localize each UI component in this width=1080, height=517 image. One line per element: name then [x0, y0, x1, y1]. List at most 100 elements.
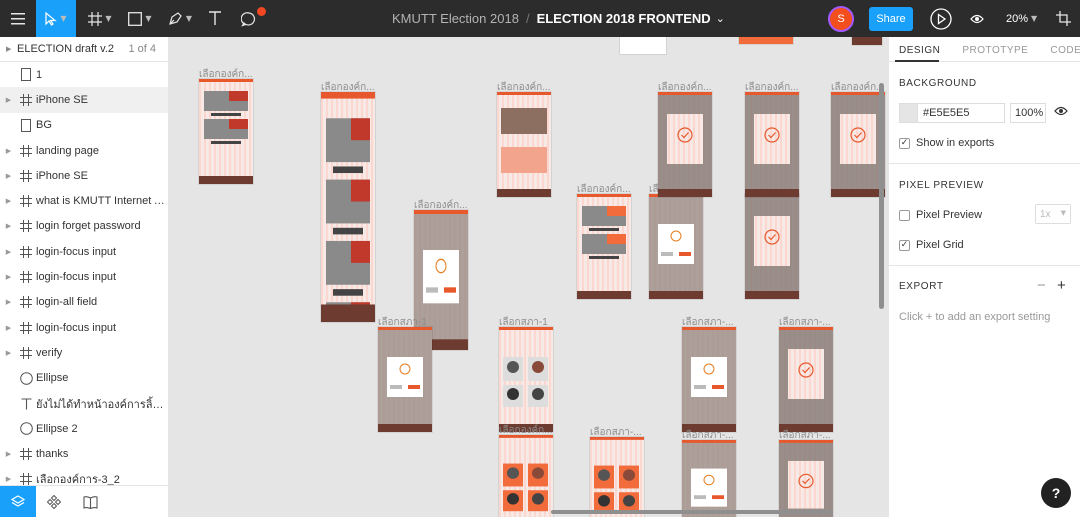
layer-row[interactable]: ยังไม่ได้ทำหน้าองค์การลิ้งไปหน้... — [0, 391, 168, 416]
background-color-field[interactable]: #E5E5E5 — [899, 103, 1005, 123]
chevron-right-icon[interactable]: ▶ — [0, 197, 17, 205]
artboard[interactable] — [590, 437, 644, 517]
export-section-title: EXPORT — [899, 281, 944, 292]
layer-row[interactable]: ▶ login-focus input — [0, 264, 168, 289]
layer-row[interactable]: ▶ landing page — [0, 138, 168, 163]
background-hex[interactable]: #E5E5E5 — [923, 107, 969, 119]
layer-row[interactable]: ▶ iPhone SE — [0, 163, 168, 188]
artboard[interactable] — [745, 92, 799, 197]
artboard[interactable] — [499, 327, 553, 432]
layer-row[interactable]: ▶ thanks — [0, 441, 168, 466]
visibility-eye-icon[interactable] — [1054, 106, 1068, 116]
chevron-right-icon[interactable]: ▶ — [0, 349, 17, 357]
artboard[interactable] — [321, 92, 375, 517]
project-name[interactable]: KMUTT Election 2018 — [392, 11, 519, 26]
layer-row[interactable]: BG — [0, 113, 168, 138]
layer-type-icon — [17, 346, 35, 359]
artboard[interactable] — [577, 194, 631, 299]
user-avatar[interactable]: S — [828, 6, 854, 32]
pixel-preview-section-title: PIXEL PREVIEW — [899, 180, 984, 191]
layer-row[interactable]: Ellipse — [0, 366, 168, 391]
artboard[interactable] — [649, 194, 703, 299]
artboard[interactable] — [378, 327, 432, 432]
canvas[interactable]: เลือกองค์ก... เลือกองค์ก... เลือกองค์ก... เ… — [169, 37, 888, 517]
resources-button[interactable] — [1048, 0, 1078, 37]
artboard[interactable] — [497, 92, 551, 197]
artboard[interactable] — [745, 194, 799, 299]
pen-tool-button[interactable]: ▼ — [162, 0, 198, 37]
layer-row[interactable]: ▶ login-all field — [0, 290, 168, 315]
chevron-right-icon[interactable]: ▶ — [0, 147, 17, 155]
main-menu-button[interactable] — [0, 0, 36, 37]
resources-icon — [1055, 11, 1071, 26]
chevron-right-icon[interactable]: ▶ — [0, 450, 17, 458]
layer-row[interactable]: 1 — [0, 62, 168, 87]
shape-tool-button[interactable]: ▼ — [122, 0, 158, 37]
file-title: KMUTT Election 2018 / ELECTION 2018 FRON… — [392, 0, 725, 37]
artboard[interactable] — [682, 440, 736, 517]
chevron-right-icon[interactable]: ▶ — [0, 222, 17, 230]
chevron-right-icon[interactable]: ▶ — [0, 273, 17, 281]
comment-tool-button[interactable] — [234, 0, 264, 37]
frame-icon — [20, 220, 32, 233]
artboard[interactable] — [779, 327, 833, 432]
layer-row[interactable]: ▶ login-focus input — [0, 315, 168, 340]
artboard-partial[interactable] — [852, 37, 882, 45]
frame-icon — [20, 271, 32, 284]
tab-code[interactable]: CODE — [1050, 45, 1080, 61]
components-tab[interactable] — [36, 486, 72, 517]
add-export-button[interactable]: + — [1057, 277, 1066, 294]
chevron-right-icon[interactable]: ▶ — [0, 475, 17, 483]
pixel-preview-row[interactable]: Pixel Preview — [899, 209, 982, 221]
pixel-preview-checkbox[interactable] — [899, 209, 910, 221]
file-name[interactable]: ELECTION 2018 FRONTEND — [537, 11, 711, 26]
zoom-dropdown[interactable]: 20% ▼ — [1006, 0, 1037, 37]
remove-export-button[interactable]: − — [1037, 277, 1046, 294]
layer-row[interactable]: ▶ what is KMUTT Internet Acc — [0, 188, 168, 213]
layers-tab[interactable] — [0, 486, 36, 517]
layer-row[interactable]: ▶ login forget password — [0, 214, 168, 239]
chevron-right-icon[interactable]: ▶ — [0, 298, 17, 306]
layer-row[interactable]: ▶ verify — [0, 340, 168, 365]
breadcrumb-separator: / — [525, 11, 530, 26]
view-mode-button[interactable] — [964, 0, 990, 37]
vertical-scrollbar[interactable] — [879, 83, 884, 309]
layer-row[interactable]: ▶ เลือกองค์การ-3_2 — [0, 467, 168, 485]
artboard[interactable] — [658, 92, 712, 197]
page-selector[interactable]: ▶ ELECTION draft v.2 1 of 4 — [0, 37, 168, 62]
pixel-grid-checkbox[interactable]: ✓ — [899, 239, 910, 251]
share-button[interactable]: Share — [869, 7, 913, 31]
file-menu-chevron-icon[interactable]: ⌄ — [716, 12, 725, 25]
artboard[interactable] — [682, 327, 736, 432]
help-button[interactable]: ? — [1041, 478, 1071, 508]
chevron-right-icon[interactable]: ▶ — [0, 96, 17, 104]
layer-row[interactable]: Ellipse 2 — [0, 416, 168, 441]
chevron-right-icon[interactable]: ▶ — [0, 324, 17, 332]
show-in-exports-checkbox[interactable]: ✓ — [899, 137, 910, 149]
show-in-exports-row[interactable]: ✓ Show in exports — [899, 137, 994, 149]
chevron-right-icon[interactable]: ▶ — [0, 248, 17, 256]
text-tool-button[interactable] — [200, 0, 230, 37]
artboard-partial[interactable] — [739, 37, 793, 44]
present-button[interactable] — [926, 0, 956, 37]
chevron-right-icon[interactable]: ▶ — [0, 172, 17, 180]
page-name: ELECTION draft v.2 — [17, 43, 114, 55]
layer-row[interactable]: ▶ iPhone SE — [0, 87, 168, 113]
artboard[interactable] — [779, 440, 833, 517]
pixel-preview-scale-select[interactable]: 1x ▼ — [1035, 204, 1071, 224]
layer-row[interactable]: ▶ login-focus input — [0, 239, 168, 264]
show-in-exports-label: Show in exports — [916, 137, 995, 149]
frame-tool-button[interactable]: ▼ — [80, 0, 120, 37]
artboard[interactable] — [199, 79, 253, 184]
pixel-grid-row[interactable]: ✓ Pixel Grid — [899, 239, 964, 251]
horizontal-scrollbar[interactable] — [551, 510, 831, 514]
tab-design[interactable]: DESIGN — [899, 45, 940, 61]
background-opacity-field[interactable]: 100% — [1010, 103, 1046, 123]
library-tab[interactable] — [72, 486, 108, 517]
artboard[interactable] — [499, 435, 553, 517]
artboard[interactable] — [831, 92, 885, 197]
color-swatch[interactable] — [900, 104, 918, 122]
move-tool-button[interactable]: ▼ — [36, 0, 76, 37]
tab-prototype[interactable]: PROTOTYPE — [962, 45, 1028, 61]
artboard-partial[interactable] — [620, 37, 666, 54]
